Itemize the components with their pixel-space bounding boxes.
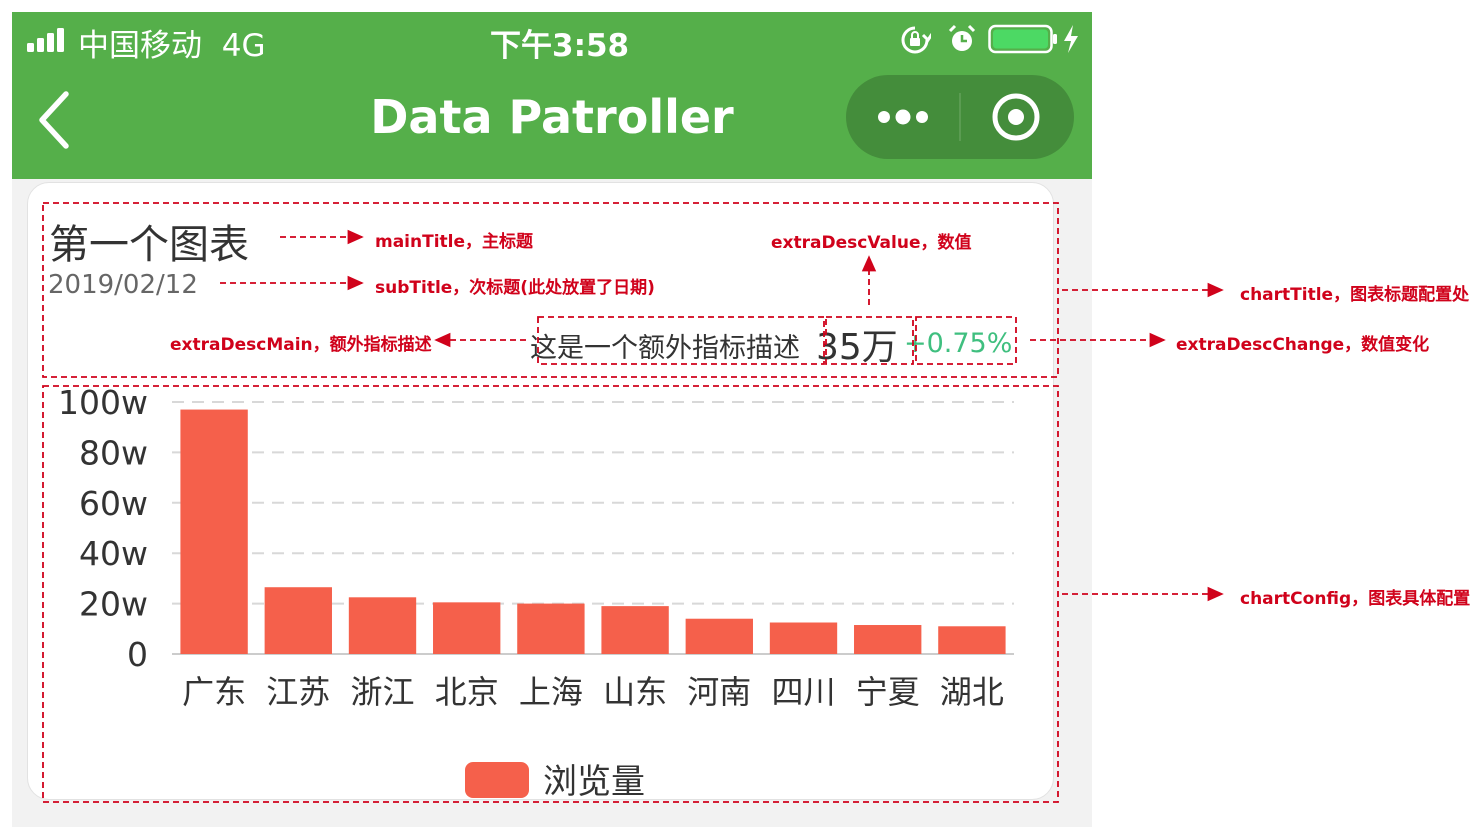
x-category-label: 山东 [603,673,667,711]
chart-legend[interactable]: 浏览量 [465,762,645,802]
x-category-label: 河南 [687,673,751,711]
annotation-extra-desc-value: extraDescValue，数值 [771,233,972,253]
y-tick-label: 0 [127,635,148,674]
bar[interactable] [180,409,248,654]
annotation-chart-config: chartConfig，图表具体配置 [1240,589,1471,609]
bar-chart: 0 20w 40w 60w 80w 100w 广东 江苏 浙江 北京 上海 山东 河南 四川 宁夏 湖北 浏… [58,383,1014,802]
bar-series [180,409,1006,655]
annotation-extra-desc-main: extraDescMain，额外指标描述 [170,335,432,355]
legend-swatch [465,762,529,798]
x-category-label: 北京 [435,673,499,711]
bar[interactable] [433,602,501,654]
annotation-main-title: mainTitle，主标题 [375,232,534,252]
y-tick-label: 20w [79,585,148,624]
legend-label: 浏览量 [543,762,645,802]
annotation-extra-desc-change: extraDescChange，数值变化 [1176,335,1430,355]
bar[interactable] [854,625,922,654]
bar[interactable] [685,618,753,654]
x-category-label: 广东 [182,673,246,711]
y-tick-label: 80w [79,433,148,472]
x-category-label: 浙江 [350,673,414,711]
annotation-sub-title: subTitle，次标题(此处放置了日期) [375,278,655,298]
x-axis-categories: 广东 江苏 浙江 北京 上海 山东 河南 四川 宁夏 湖北 [182,673,1004,711]
y-tick-label: 60w [79,484,148,523]
y-tick-label: 40w [79,534,148,573]
annotation-chart-title: chartTitle，图表标题配置处 [1240,285,1470,305]
x-category-label: 宁夏 [856,673,920,711]
y-axis-ticks: 0 20w 40w 60w 80w 100w [58,383,148,674]
bar[interactable] [938,626,1006,654]
bar[interactable] [348,597,417,654]
y-tick-label: 100w [58,383,148,422]
bar[interactable] [769,622,838,655]
x-category-label: 上海 [519,673,583,711]
bar[interactable] [517,603,585,654]
x-category-label: 湖北 [940,673,1004,711]
x-category-label: 江苏 [266,673,330,711]
bar[interactable] [601,606,669,654]
x-category-label: 四川 [771,673,835,711]
bar[interactable] [264,587,332,654]
